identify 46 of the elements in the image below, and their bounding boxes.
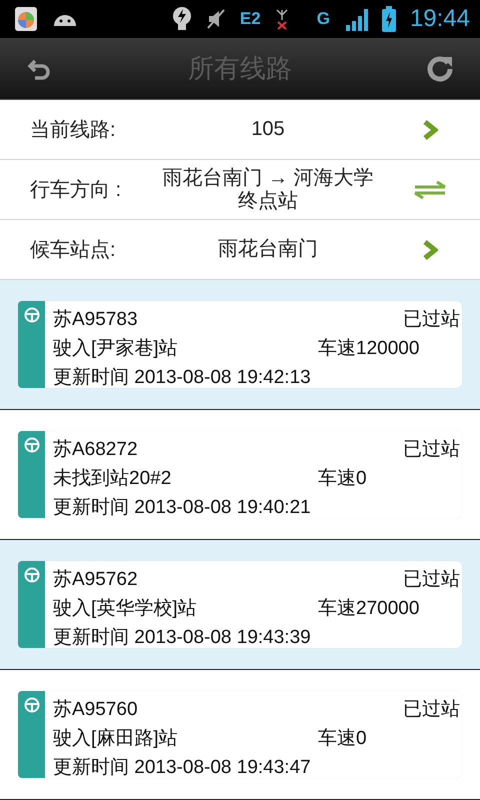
- update-time: 更新时间 2013-08-08 19:42:13: [53, 366, 312, 390]
- swap-arrows-icon: [413, 180, 447, 200]
- steering-wheel-icon: [24, 697, 40, 713]
- refresh-icon: [426, 54, 454, 82]
- mute-icon: [206, 8, 226, 30]
- chevron-icon: [422, 120, 438, 140]
- plate-number: 苏A95760: [53, 698, 139, 722]
- status-text: 已过站: [403, 698, 461, 722]
- steering-wheel-icon: [24, 567, 40, 583]
- signal-icon: [344, 7, 368, 31]
- clock-time: 19:44: [410, 5, 470, 33]
- lightbulb-icon: [172, 6, 192, 32]
- steering-wheel-icon: [24, 307, 40, 323]
- field-label: 当前线路:: [30, 118, 117, 143]
- plate-number: 苏A95762: [53, 568, 139, 592]
- no-signal-icon: [274, 8, 289, 30]
- location-text: 未找到站20#2: [53, 466, 172, 490]
- field-value: 雨花台南门: [217, 238, 319, 261]
- field-value: 雨花台南门 → 河海大学终点站: [161, 166, 375, 212]
- update-time: 更新时间 2013-08-08 19:40:21: [53, 496, 312, 520]
- steering-wheel-icon: [24, 437, 40, 453]
- status-text: 已过站: [403, 308, 461, 332]
- status-text: 已过站: [403, 438, 461, 462]
- update-time: 更新时间 2013-08-08 19:43:47: [53, 756, 312, 780]
- plate-number: 苏A95783: [53, 308, 139, 332]
- plate-number: 苏A68272: [53, 438, 139, 462]
- location-text: 驶入[尹家巷]站: [53, 336, 179, 360]
- speed-text: 车速0: [318, 466, 368, 490]
- update-time: 更新时间 2013-08-08 19:43:39: [53, 626, 312, 650]
- speed-text: 车速270000: [318, 596, 420, 620]
- bus-list-item[interactable]: 苏A95762 已过站 驶入[英华学校]站 车速270000 更新时间 2013-08-08 19:43:39: [0, 540, 480, 670]
- screen-title: 所有线路: [187, 52, 293, 85]
- speed-text: 车速0: [318, 726, 368, 750]
- field-label: 候车站点:: [30, 238, 117, 263]
- field-value: 105: [250, 118, 286, 141]
- battery-icon: [382, 6, 396, 32]
- location-text: 驶入[英华学校]站: [53, 596, 198, 620]
- chevron-icon: [422, 240, 438, 260]
- app-icon: [14, 6, 38, 32]
- field-label: 行车方向 :: [30, 178, 122, 203]
- speed-text: 车速120000: [318, 336, 420, 360]
- status-text: 已过站: [403, 568, 461, 592]
- network-label: G: [316, 9, 330, 29]
- network-label: E2: [240, 9, 261, 29]
- bus-list-item[interactable]: 苏A95783 已过站 驶入[尹家巷]站 车速120000 更新时间 2013-08-08 19:42:13: [0, 280, 480, 410]
- location-text: 驶入[麻田路]站: [53, 726, 179, 750]
